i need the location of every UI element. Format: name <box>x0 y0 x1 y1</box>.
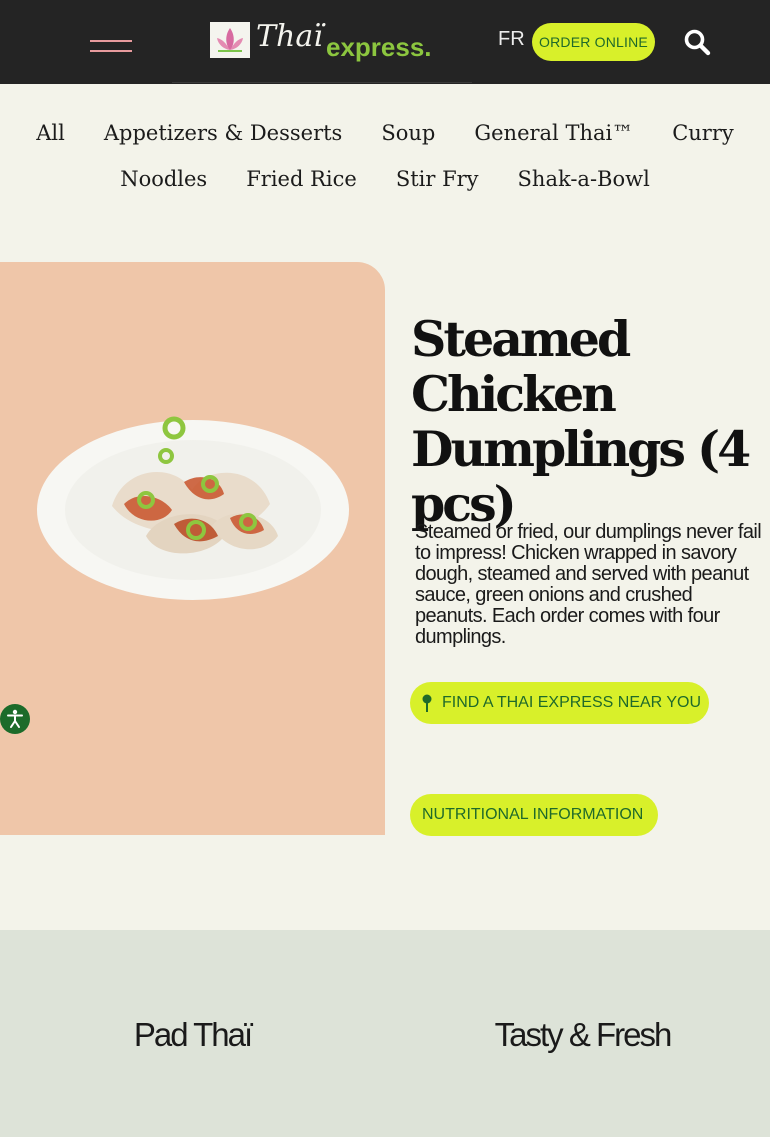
language-toggle[interactable]: FR <box>498 28 525 51</box>
order-online-button[interactable]: ORDER ONLINE <box>532 23 655 61</box>
related-product-title[interactable]: Pad Thaï <box>0 1016 385 1054</box>
find-location-label: FIND A THAI EXPRESS NEAR YOU <box>442 694 702 711</box>
site-header: Thaï express. FR ORDER ONLINE <box>0 0 770 84</box>
category-all[interactable]: All <box>36 121 65 145</box>
svg-text:Thaï: Thaï <box>256 19 326 54</box>
header-divider <box>172 82 472 83</box>
category-row: All Appetizers & Desserts Soup General T… <box>0 121 770 145</box>
brand-logo[interactable]: Thaï express. <box>208 16 436 66</box>
related-product-title[interactable]: Tasty & Fresh <box>395 1016 770 1054</box>
search-icon[interactable] <box>683 28 711 56</box>
category-fried-rice[interactable]: Fried Rice <box>246 167 357 191</box>
category-appetizers-desserts[interactable]: Appetizers & Desserts <box>104 121 343 145</box>
menu-icon[interactable] <box>88 38 134 58</box>
product-description: Steamed or fried, our dumplings never fa… <box>415 521 762 648</box>
dumplings-plate-image <box>37 416 349 600</box>
nutritional-info-label: NUTRITIONAL INFORMATION <box>422 806 644 823</box>
category-general-thai[interactable]: General Thai™ <box>474 121 633 145</box>
category-noodles[interactable]: Noodles <box>120 167 207 191</box>
category-row: Noodles Fried Rice Stir Fry Shak-a-Bowl <box>0 167 770 191</box>
nutritional-info-button[interactable]: NUTRITIONAL INFORMATION <box>410 794 658 836</box>
category-curry[interactable]: Curry <box>672 121 734 145</box>
accessibility-icon <box>7 709 23 728</box>
related-products-band: Pad Thaï Tasty & Fresh <box>0 930 770 1137</box>
product-image-card <box>0 262 385 835</box>
accessibility-button[interactable] <box>0 704 30 734</box>
map-pin-icon <box>422 694 432 712</box>
svg-text:express.: express. <box>326 32 432 62</box>
find-location-button[interactable]: FIND A THAI EXPRESS NEAR YOU <box>410 682 709 724</box>
category-soup[interactable]: Soup <box>381 121 435 145</box>
category-stir-fry[interactable]: Stir Fry <box>396 167 479 191</box>
product-title: Steamed Chicken Dumplings (4 pcs) <box>411 310 751 533</box>
category-shak-a-bowl[interactable]: Shak-a-Bowl <box>518 167 650 191</box>
